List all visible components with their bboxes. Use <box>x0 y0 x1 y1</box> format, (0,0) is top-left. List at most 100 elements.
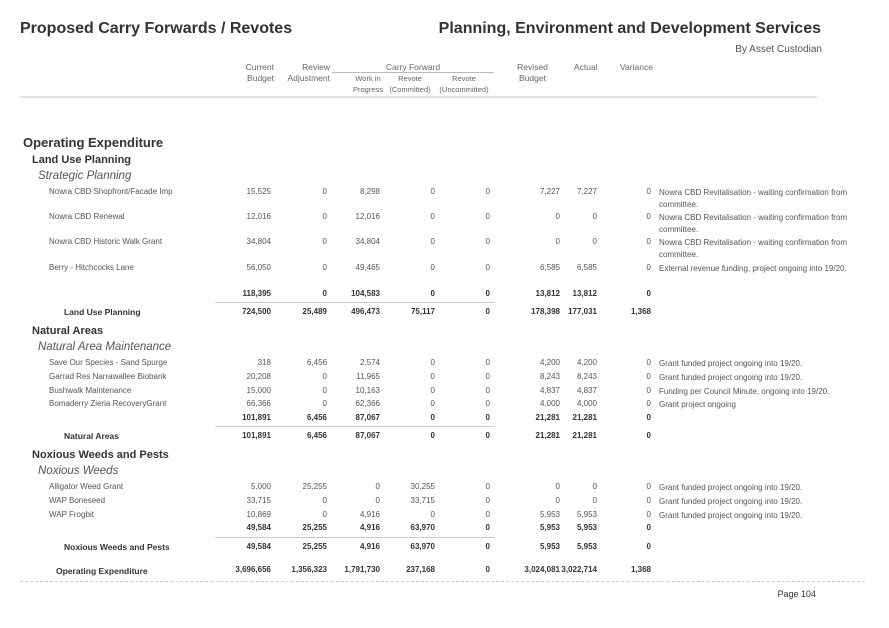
row-comment: External revenue funding, project ongoin… <box>659 264 847 273</box>
row-name: WAP Boneseed <box>49 496 106 505</box>
header-variance: Variance <box>620 62 653 72</box>
subtotal-rule <box>215 302 495 303</box>
header-revote-uncommitted: Revote (Uncommitted) <box>435 73 493 95</box>
row-name: Berry - Hitchcocks Lane <box>49 263 134 272</box>
value-cell: 0 <box>646 496 651 505</box>
section-title: Operating Expenditure <box>23 135 164 150</box>
row-name: Bomaderry Zieria RecoveryGrant <box>49 399 167 408</box>
row-comment: Nowra CBD Revitalisation - waiting confi… <box>659 238 848 259</box>
header-revised-budget: Revised Budget <box>510 62 555 84</box>
group-total-label: Land Use Planning <box>64 307 141 317</box>
value-cell: 0 <box>485 289 490 298</box>
row-name: Save Our Species - Sand Spurge <box>49 358 168 367</box>
group-total-row: Land Use Planning 724,500 25,489 496,473 75… <box>0 307 889 320</box>
group-title: Natural Areas <box>32 325 104 337</box>
header-work-in-progress: Work in Progress <box>348 73 388 95</box>
row-name: Garrad Res Narrawallee Biobank <box>49 372 167 381</box>
department-title: Planning, Environment and Development Se… <box>438 20 821 37</box>
header-line: Budget <box>519 73 546 83</box>
value-cell: 0 <box>485 431 490 440</box>
row-comment: Grant funded project ongoing into 19/20. <box>659 373 803 382</box>
group-total-row: Natural Areas 101,891 6,456 87,067 0 0 21,281… <box>0 431 889 444</box>
subtotal-row: 49,584 25,255 4,916 63,970 0 5,953 5,953 0 <box>0 523 889 536</box>
table-row: Garrad Res Narrawallee Biobank 20,208 0 11… <box>0 372 889 385</box>
value-cell: 0 <box>646 542 651 551</box>
value-cell: 0 <box>646 187 651 196</box>
section-total-label: Operating Expenditure <box>56 566 148 576</box>
table-row: Alligator Weed Grant 5,000 25,255 0 30,255 0… <box>0 482 889 495</box>
value-cell: 0 <box>485 482 490 491</box>
value-cell: 1,368 <box>630 307 651 316</box>
value-cell: 0 <box>485 358 490 367</box>
value-cell: 0 <box>646 523 651 532</box>
value-cell: 0 <box>646 237 651 246</box>
row-comment: Grant funded project ongoing into 19/20. <box>659 483 803 492</box>
report-subtitle: By Asset Custodian <box>735 44 822 55</box>
report-title: Proposed Carry Forwards / Revotes <box>20 20 293 37</box>
row-comment: Nowra CBD Revitalisation - waiting confi… <box>659 213 848 234</box>
row-comment: Funding per Council Minute, ongoing into… <box>659 387 830 396</box>
value-cell: 0 <box>646 358 651 367</box>
row-comment: Nowra CBD Revitalisation - waiting confi… <box>659 188 848 209</box>
row-comment: Grant funded project ongoing into 19/20. <box>659 497 803 506</box>
value-cell: 0 <box>485 307 490 316</box>
value-cell: 0 <box>485 523 490 532</box>
value-cell: 0 <box>485 510 490 519</box>
header-actual: Actual <box>574 62 598 72</box>
header-line: Revote <box>398 74 422 83</box>
header-line: Progress <box>352 85 383 94</box>
table-row: WAP Boneseed 33,715 0 0 33,715 0 0 0 0 Grant fu… <box>0 496 889 509</box>
group-total-row: Noxious Weeds and Pests 49,584 25,255 4,91… <box>0 542 889 555</box>
header-line: Review <box>302 62 330 72</box>
row-comment: Grant funded project ongoing into 19/20. <box>659 511 803 520</box>
value-cell: 0 <box>646 413 651 422</box>
value-cell: 0 <box>646 482 651 491</box>
row-comment: Grant project ongoing <box>659 400 736 409</box>
header-line: Adjustment <box>287 73 330 83</box>
header-line: Revote <box>452 74 476 83</box>
table-row: Save Our Species - Sand Spurge 318 6,456 2… <box>0 358 889 371</box>
value-cell: 0 <box>646 289 651 298</box>
total-value: 0 <box>485 565 490 574</box>
header-current-budget: Current Budget <box>230 62 274 84</box>
value-cell: 0 <box>646 263 651 272</box>
table-row: Berry - Hitchcocks Lane 56,050 0 49,465 0 0 6… <box>0 263 889 276</box>
value-cell: 0 <box>485 212 490 221</box>
value-cell: 0 <box>485 496 490 505</box>
subgroup-title: Natural Area Maintenance <box>38 341 172 353</box>
header-line: (Committed) <box>389 85 431 94</box>
section-total-row: Operating Expenditure 3,696,656 1,356,32… <box>0 565 889 578</box>
subtotal-row: 101,891 6,456 87,067 0 0 21,281 21,281 0 <box>0 413 889 426</box>
value-cell: 0 <box>485 372 490 381</box>
header-revote-committed: Revote (Committed) <box>386 73 434 95</box>
value-cell: 0 <box>646 510 651 519</box>
row-name: WAP Frogbit <box>49 510 94 519</box>
value-cell: 0 <box>485 187 490 196</box>
row-name: Alligator Weed Grant <box>49 482 124 491</box>
value-cell: 0 <box>485 413 490 422</box>
row-name: Nowra CBD Historic Walk Grant <box>49 237 163 246</box>
value-cell: 0 <box>485 399 490 408</box>
footer-divider <box>20 581 865 582</box>
table-row: Nowra CBD Historic Walk Grant 34,804 0 34,… <box>0 237 889 259</box>
row-name: Nowra CBD Renewal <box>49 212 125 221</box>
table-row: WAP Frogbit 10,869 0 4,916 0 0 5,953 5,953 0 Gr… <box>0 510 889 523</box>
subgroup-title: Strategic Planning <box>38 170 132 182</box>
subtotal-rule <box>215 537 495 538</box>
value-cell: 0 <box>646 431 651 440</box>
value-cell: 0 <box>646 399 651 408</box>
value-cell: 0 <box>646 372 651 381</box>
header-line: (Uncommitted) <box>439 85 489 94</box>
value-cell: 0 <box>646 386 651 395</box>
row-name: Nowra CBD Shopfront/Facade Imp <box>49 187 173 196</box>
header-line: Revised <box>517 62 548 72</box>
subtotal-row: 118,395 0 104,583 0 0 13,812 13,812 0 <box>0 289 889 302</box>
group-title: Land Use Planning <box>32 154 132 166</box>
group-total-label: Natural Areas <box>64 431 119 441</box>
header-line: Budget <box>247 73 274 83</box>
value-cell: 0 <box>485 542 490 551</box>
table-row: Bomaderry Zieria RecoveryGrant 66,366 0 62… <box>0 399 889 412</box>
subgroup-title: Noxious Weeds <box>38 465 119 477</box>
row-name: Bushwalk Maintenance <box>49 386 132 395</box>
row-comment: Grant funded project ongoing into 19/20. <box>659 359 803 368</box>
